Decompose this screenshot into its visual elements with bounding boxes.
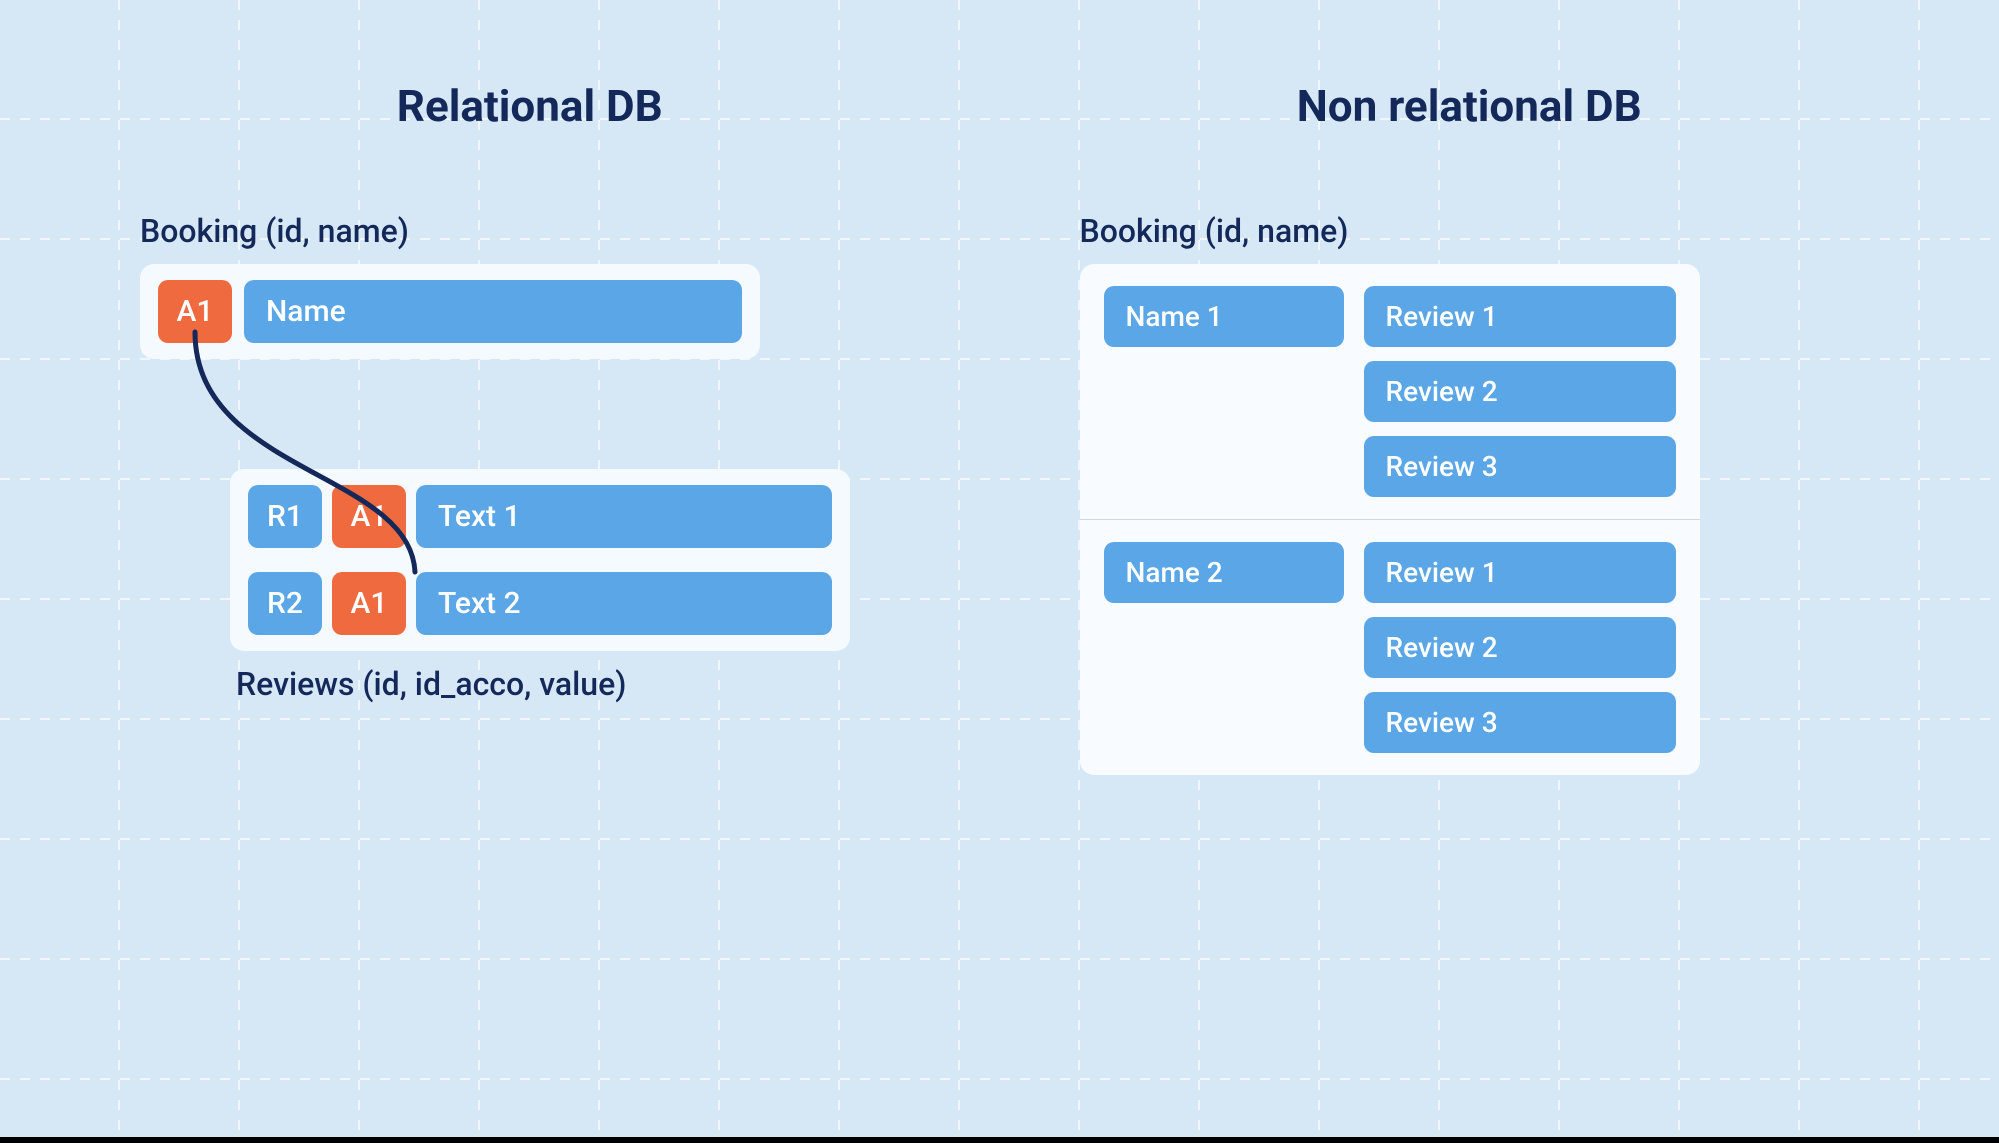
doc-review-cell: Review 3 [1364, 436, 1676, 497]
document-row: Name 1 Review 1 Review 2 Review 3 [1080, 264, 1700, 519]
reviews-block: R1 A1 Text 1 R2 A1 Text 2 [230, 469, 850, 651]
review-text-cell: Text 2 [416, 572, 832, 635]
doc-name-cell: Name 1 [1104, 286, 1344, 347]
relational-column: Relational DB Booking (id, name) A1 Name… [140, 80, 920, 1083]
review-row: R1 A1 Text 1 [248, 485, 832, 548]
doc-review-cell: Review 1 [1364, 542, 1676, 603]
doc-review-cell: Review 2 [1364, 361, 1676, 422]
document-collection: Name 1 Review 1 Review 2 Review 3 Name 2… [1080, 264, 1700, 775]
diagram-stage: Relational DB Booking (id, name) A1 Name… [0, 0, 1999, 1143]
booking-name-cell: Name [244, 280, 742, 343]
booking-table-label: Booking (id, name) [140, 212, 920, 250]
nonrel-booking-label: Booking (id, name) [1080, 212, 1860, 250]
nonrelational-title: Non relational DB [1080, 80, 1860, 132]
booking-row: A1 Name [140, 264, 760, 359]
review-fk-cell: A1 [332, 485, 406, 548]
doc-review-cell: Review 3 [1364, 692, 1676, 753]
review-id-cell: R2 [248, 572, 322, 635]
review-id-cell: R1 [248, 485, 322, 548]
document-row: Name 2 Review 1 Review 2 Review 3 [1080, 519, 1700, 775]
review-row: R2 A1 Text 2 [248, 572, 832, 635]
review-fk-cell: A1 [332, 572, 406, 635]
bottom-border [0, 1137, 1999, 1143]
doc-name-cell: Name 2 [1104, 542, 1344, 603]
relational-title: Relational DB [140, 80, 920, 132]
reviews-table: R1 A1 Text 1 R2 A1 Text 2 Reviews (id, i… [230, 469, 920, 703]
reviews-table-label: Reviews (id, id_acco, value) [230, 665, 920, 703]
doc-review-cell: Review 2 [1364, 617, 1676, 678]
doc-review-cell: Review 1 [1364, 286, 1676, 347]
review-text-cell: Text 1 [416, 485, 832, 548]
booking-id-cell: A1 [158, 280, 232, 343]
relational-canvas: Booking (id, name) A1 Name R1 A1 Text 1 … [140, 212, 920, 703]
nonrelational-column: Non relational DB Booking (id, name) Nam… [1080, 80, 1860, 1083]
